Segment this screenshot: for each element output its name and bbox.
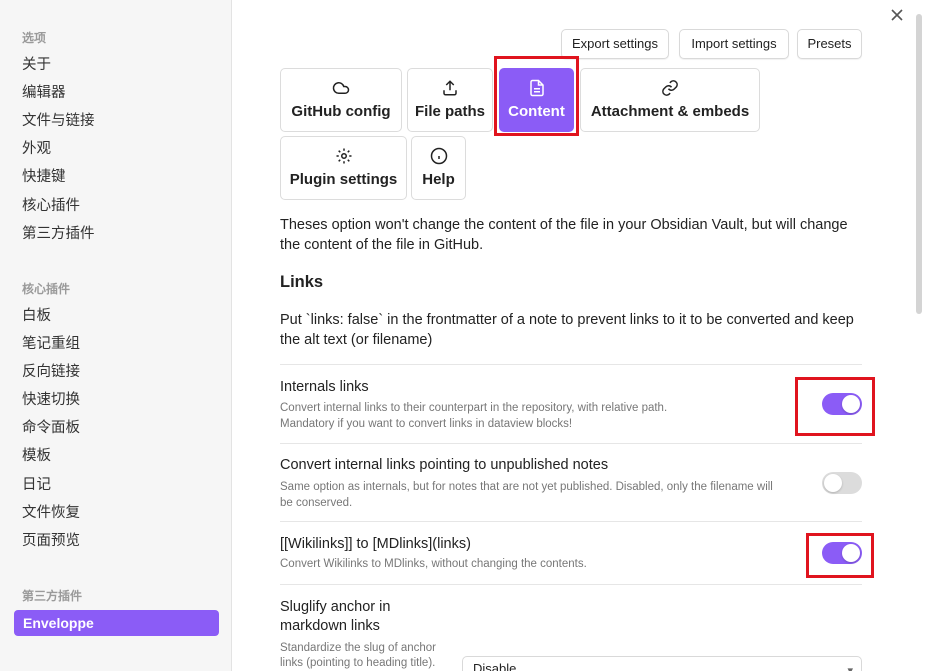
dropdown-value: Disable xyxy=(473,661,517,671)
setting-description: Same option as internals, but for notes … xyxy=(280,481,773,493)
sidebar-section-community: 第三方插件 xyxy=(22,589,83,603)
sidebar-item-about[interactable]: 关于 xyxy=(22,55,51,75)
sidebar-item-quick-switcher[interactable]: 快速切换 xyxy=(22,390,80,410)
sidebar-item-command-palette[interactable]: 命令面板 xyxy=(22,418,80,438)
setting-description: be conserved. xyxy=(280,497,353,509)
sidebar-item-core-plugins[interactable]: 核心插件 xyxy=(22,196,80,216)
upload-icon xyxy=(443,80,457,96)
scrollbar[interactable] xyxy=(916,14,922,314)
sidebar-item-note-composer[interactable]: 笔记重组 xyxy=(22,334,80,354)
sidebar-item-editor[interactable]: 编辑器 xyxy=(22,83,66,103)
slugify-dropdown[interactable]: Disable ▾ xyxy=(462,656,862,671)
cloud-icon xyxy=(332,82,350,94)
setting-description: Convert Wikilinks to MDlinks, without ch… xyxy=(280,558,587,570)
setting-wikilinks: [[Wikilinks]] to [MDlinks](links) Conver… xyxy=(280,521,874,584)
setting-description: Standardize the slug of anchor xyxy=(280,642,436,654)
tab-github-config[interactable]: GitHub config xyxy=(280,68,402,132)
highlight-box-internal-links xyxy=(795,377,875,436)
setting-name: Sluglify anchor in xyxy=(280,599,391,615)
export-settings-button[interactable]: Export settings xyxy=(561,29,669,59)
gear-icon xyxy=(336,148,351,164)
setting-unpublished-links: Convert internal links pointing to unpub… xyxy=(280,443,862,521)
sidebar-item-daily-notes[interactable]: 日记 xyxy=(22,475,51,495)
sidebar-item-templates[interactable]: 模板 xyxy=(22,446,51,466)
presets-button[interactable]: Presets xyxy=(797,29,862,59)
setting-name: [[Wikilinks]] to [MDlinks](links) xyxy=(280,536,471,552)
unpublished-links-toggle[interactable] xyxy=(822,472,862,494)
tab-help[interactable]: Help xyxy=(411,136,466,200)
sidebar-item-appearance[interactable]: 外观 xyxy=(22,139,51,159)
tab-label: Plugin settings xyxy=(289,171,398,188)
sidebar-section-core: 核心插件 xyxy=(22,282,71,296)
sidebar-item-hotkeys[interactable]: 快捷键 xyxy=(22,167,66,187)
setting-description: Mandatory if you want to convert links i… xyxy=(280,418,573,430)
tab-label: GitHub config xyxy=(291,103,391,120)
settings-content: Export settings Import settings Presets … xyxy=(233,0,925,671)
chevron-down-icon: ▾ xyxy=(847,665,853,671)
setting-description: links (pointing to heading title). xyxy=(280,657,436,669)
links-section-title: Links xyxy=(280,273,324,291)
sidebar-item-enveloppe[interactable]: Enveloppe xyxy=(14,610,219,636)
setting-name: Internals links xyxy=(280,379,369,395)
import-settings-button[interactable]: Import settings xyxy=(679,29,789,59)
link-icon xyxy=(662,80,678,96)
sidebar-item-files-links[interactable]: 文件与链接 xyxy=(22,111,95,131)
close-button[interactable] xyxy=(887,6,907,26)
info-icon xyxy=(430,147,447,165)
setting-name: Convert internal links pointing to unpub… xyxy=(280,457,609,473)
highlight-box-content-tab xyxy=(494,56,579,136)
tab-plugin-settings[interactable]: Plugin settings xyxy=(280,136,407,200)
setting-description: Convert internal links to their counterp… xyxy=(280,402,668,414)
settings-sidebar: 选项 关于 编辑器 文件与链接 外观 快捷键 核心插件 第三方插件 核心插件 白… xyxy=(0,0,232,671)
sidebar-item-community-plugins[interactable]: 第三方插件 xyxy=(22,224,95,244)
tab-file-paths[interactable]: File paths xyxy=(407,68,493,132)
tab-attachment-embeds[interactable]: Attachment & embeds xyxy=(580,68,760,132)
highlight-box-wikilinks xyxy=(806,533,874,578)
sidebar-item-canvas[interactable]: 白板 xyxy=(22,306,51,326)
content-intro-text: Theses option won't change the content o… xyxy=(280,217,848,253)
setting-internal-links: Internals links Convert internal links t… xyxy=(280,364,875,443)
links-description: Put `links: false` in the frontmatter of… xyxy=(280,312,854,348)
sidebar-item-file-recovery[interactable]: 文件恢复 xyxy=(22,503,80,523)
tab-label: Attachment & embeds xyxy=(590,103,750,120)
tab-label: Help xyxy=(422,171,455,188)
toggle-knob xyxy=(824,474,842,492)
tab-label: File paths xyxy=(414,103,485,120)
sidebar-item-page-preview[interactable]: 页面预览 xyxy=(22,531,80,551)
close-icon xyxy=(891,9,903,21)
setting-name: markdown links xyxy=(280,618,380,634)
sidebar-section-options: 选项 xyxy=(22,31,47,45)
sidebar-item-backlinks[interactable]: 反向链接 xyxy=(22,362,80,382)
